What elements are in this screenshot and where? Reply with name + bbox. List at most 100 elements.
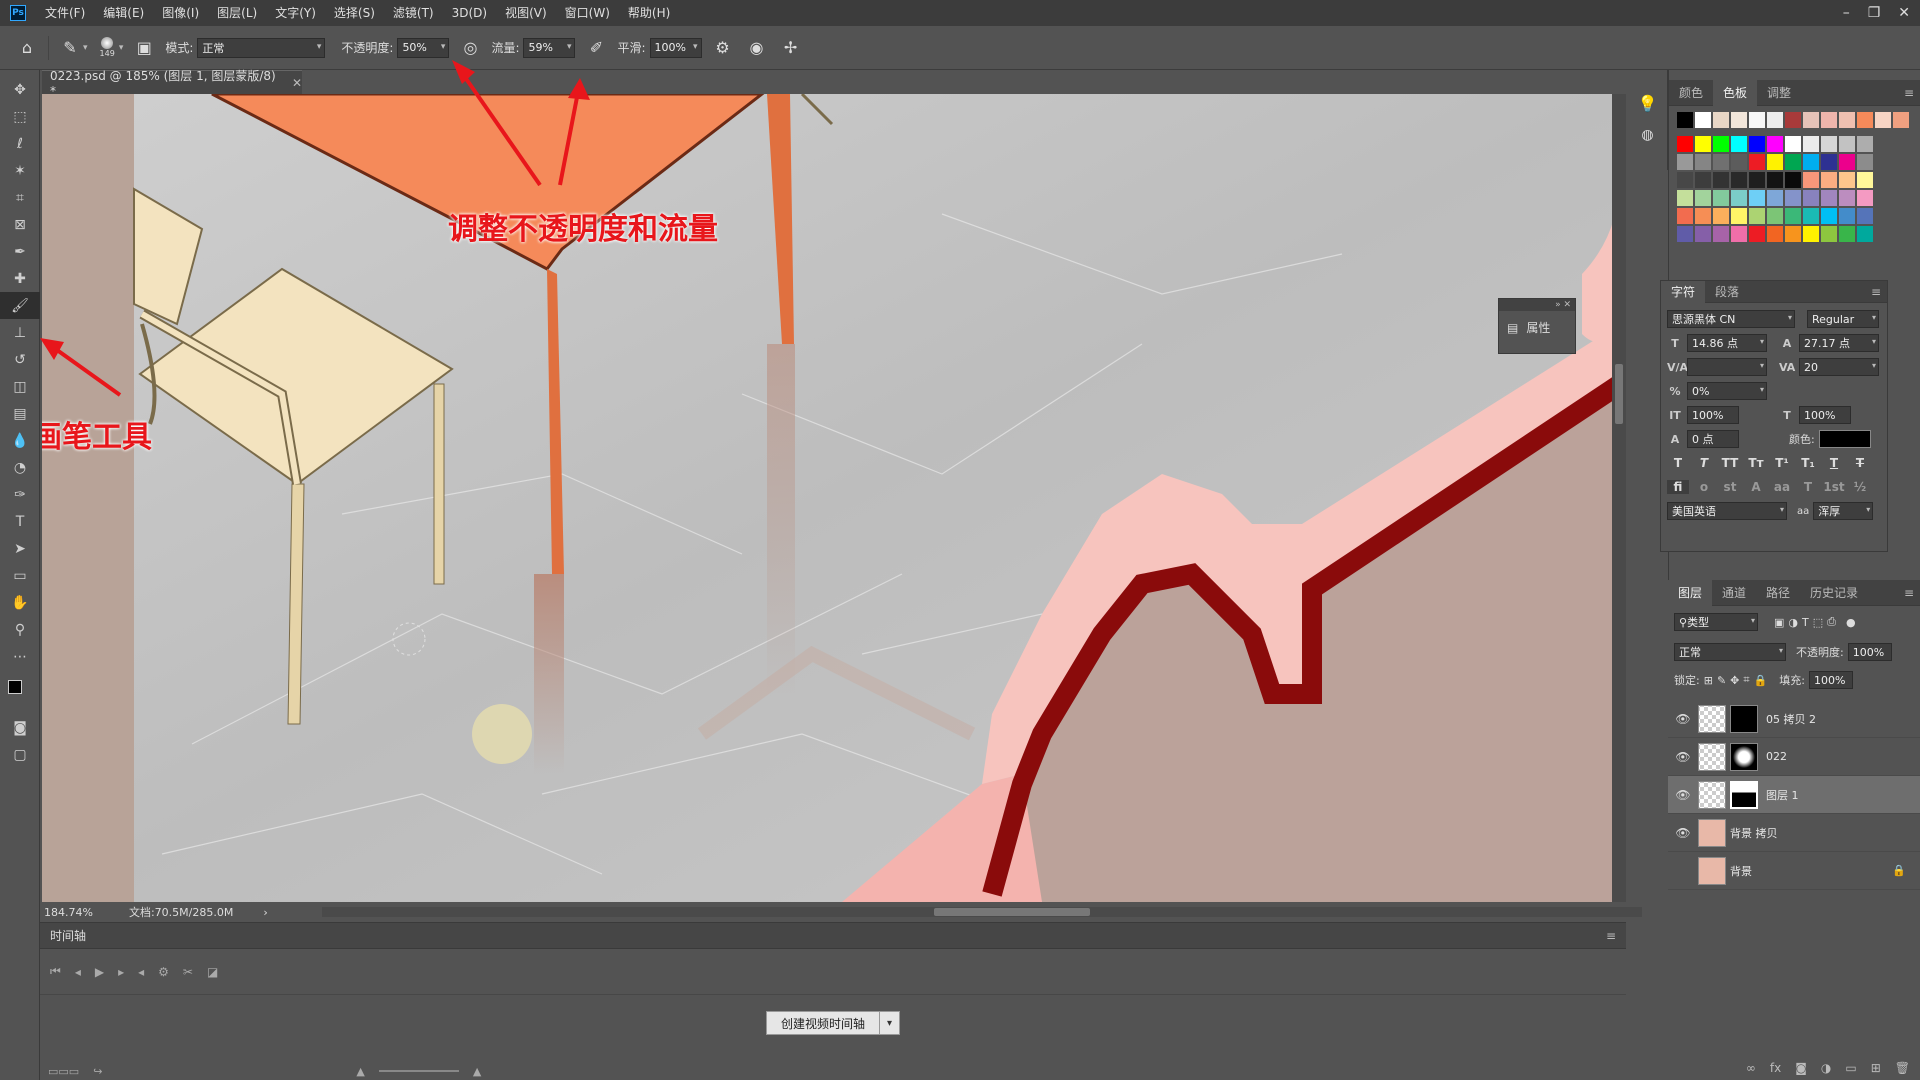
- frame-mode-icon[interactable]: ▭▭▭: [48, 1065, 79, 1078]
- restore-button[interactable]: ❐: [1868, 5, 1881, 21]
- horizontal-scrollbar[interactable]: [322, 907, 1642, 917]
- swatch[interactable]: [1875, 112, 1891, 128]
- layer-mask-thumbnail[interactable]: [1730, 704, 1758, 733]
- swatch[interactable]: [1767, 226, 1783, 242]
- swatch[interactable]: [1677, 136, 1693, 152]
- lightbulb-icon[interactable]: 💡: [1628, 86, 1667, 120]
- discretionary-ligature-icon[interactable]: st: [1719, 480, 1741, 494]
- blur-tool-icon[interactable]: 💧: [0, 427, 40, 454]
- tab-swatches[interactable]: 色板: [1713, 79, 1758, 106]
- swatch[interactable]: [1695, 154, 1711, 170]
- swatch[interactable]: [1713, 136, 1729, 152]
- swatch[interactable]: [1821, 208, 1837, 224]
- swatch[interactable]: [1713, 112, 1729, 128]
- layer-mask-thumbnail[interactable]: [1730, 780, 1758, 809]
- swatch[interactable]: [1785, 208, 1801, 224]
- tab-color[interactable]: 颜色: [1669, 80, 1713, 106]
- swatch[interactable]: [1677, 154, 1693, 170]
- dodge-tool-icon[interactable]: ◔: [0, 454, 40, 481]
- adjustment-layer-icon[interactable]: ◑: [1821, 1061, 1831, 1075]
- ordinal-icon[interactable]: 1st: [1823, 480, 1845, 494]
- swatch[interactable]: [1857, 172, 1873, 188]
- lock-all-icon[interactable]: 🔒: [1754, 674, 1768, 687]
- lock-image-icon[interactable]: ✎: [1717, 674, 1726, 687]
- swatch[interactable]: [1731, 112, 1747, 128]
- swatch[interactable]: [1857, 112, 1873, 128]
- color-swatches[interactable]: [0, 670, 39, 714]
- path-selection-tool-icon[interactable]: ➤: [0, 535, 40, 562]
- swatch[interactable]: [1767, 154, 1783, 170]
- visibility-eye-icon[interactable]: 👁: [1668, 750, 1698, 764]
- swatch[interactable]: [1749, 136, 1765, 152]
- swatch[interactable]: [1785, 226, 1801, 242]
- font-style-select[interactable]: Regular ▾: [1807, 310, 1879, 328]
- visibility-eye-icon[interactable]: 👁: [1668, 712, 1698, 726]
- hand-tool-icon[interactable]: ✋: [0, 589, 40, 616]
- layer-row[interactable]: 👁 022: [1668, 738, 1920, 776]
- stylistic-alt-icon[interactable]: aa: [1771, 480, 1793, 494]
- swatch[interactable]: [1731, 190, 1747, 206]
- swatch[interactable]: [1857, 136, 1873, 152]
- swatch[interactable]: [1857, 226, 1873, 242]
- swatch[interactable]: [1839, 226, 1855, 242]
- swatch[interactable]: [1821, 112, 1837, 128]
- layer-name[interactable]: 05 拷贝 2: [1766, 711, 1920, 727]
- swatch[interactable]: [1857, 154, 1873, 170]
- filter-pixel-icon[interactable]: ▣: [1774, 616, 1784, 629]
- swatch[interactable]: [1749, 226, 1765, 242]
- swatch[interactable]: [1749, 112, 1765, 128]
- kerning-input[interactable]: ▾: [1687, 358, 1767, 376]
- swatch[interactable]: [1677, 112, 1693, 128]
- swatch[interactable]: [1695, 112, 1711, 128]
- fx-icon[interactable]: fx: [1770, 1061, 1781, 1075]
- swatch[interactable]: [1695, 208, 1711, 224]
- swatch[interactable]: [1839, 112, 1855, 128]
- scroll-thumb[interactable]: [934, 908, 1090, 916]
- layer-name[interactable]: 背景 拷贝: [1730, 825, 1920, 841]
- swatch[interactable]: [1785, 112, 1801, 128]
- panel-menu-icon[interactable]: ≡: [1904, 586, 1914, 600]
- filter-adjustment-icon[interactable]: ◑: [1788, 616, 1798, 629]
- faux-bold-icon[interactable]: T: [1667, 456, 1689, 470]
- ligature-icon[interactable]: fi: [1667, 480, 1689, 494]
- tab-history[interactable]: 历史记录: [1800, 580, 1868, 606]
- first-frame-icon[interactable]: ⏮: [50, 964, 61, 979]
- render-icon[interactable]: ↪: [93, 1065, 102, 1078]
- layer-name[interactable]: 022: [1766, 750, 1920, 763]
- swatch[interactable]: [1731, 172, 1747, 188]
- font-size-input[interactable]: 14.86 点 ▾: [1687, 334, 1767, 352]
- properties-icon[interactable]: ◍: [1628, 120, 1667, 150]
- subscript-icon[interactable]: T₁: [1797, 456, 1819, 470]
- swatch[interactable]: [1857, 190, 1873, 206]
- tsume-input[interactable]: 0% ▾: [1687, 382, 1767, 400]
- menu-help[interactable]: 帮助(H): [619, 0, 679, 26]
- swatch[interactable]: [1803, 190, 1819, 206]
- swatch[interactable]: [1839, 208, 1855, 224]
- font-family-select[interactable]: 思源黑体 CN ▾: [1667, 310, 1795, 328]
- swatch[interactable]: [1677, 172, 1693, 188]
- link-layers-icon[interactable]: ∞: [1746, 1061, 1756, 1075]
- tab-paths[interactable]: 路径: [1756, 580, 1800, 606]
- chevron-right-icon[interactable]: ›: [263, 906, 267, 919]
- swatch[interactable]: [1821, 226, 1837, 242]
- horizontal-scale-input[interactable]: 100%: [1799, 406, 1851, 424]
- swatch[interactable]: [1803, 208, 1819, 224]
- layer-row[interactable]: 👁 背景 🔒: [1668, 852, 1920, 890]
- play-icon[interactable]: ▶: [95, 965, 104, 979]
- swatch[interactable]: [1695, 226, 1711, 242]
- swatch[interactable]: [1713, 226, 1729, 242]
- swatch[interactable]: [1803, 112, 1819, 128]
- tab-character[interactable]: 字符: [1661, 280, 1706, 303]
- swatch[interactable]: [1767, 208, 1783, 224]
- gear-icon[interactable]: ⚙: [158, 965, 169, 979]
- swatch[interactable]: [1749, 208, 1765, 224]
- layer-mask-thumbnail[interactable]: [1730, 742, 1758, 771]
- baseline-shift-input[interactable]: 0 点: [1687, 430, 1739, 448]
- swash-icon[interactable]: A: [1745, 480, 1767, 494]
- visibility-eye-icon[interactable]: 👁: [1668, 864, 1698, 878]
- layer-row[interactable]: 👁 图层 1: [1668, 776, 1920, 814]
- superscript-icon[interactable]: T¹: [1771, 456, 1793, 470]
- swatch[interactable]: [1731, 226, 1747, 242]
- swatch[interactable]: [1803, 154, 1819, 170]
- fill-input[interactable]: 100%: [1809, 671, 1853, 689]
